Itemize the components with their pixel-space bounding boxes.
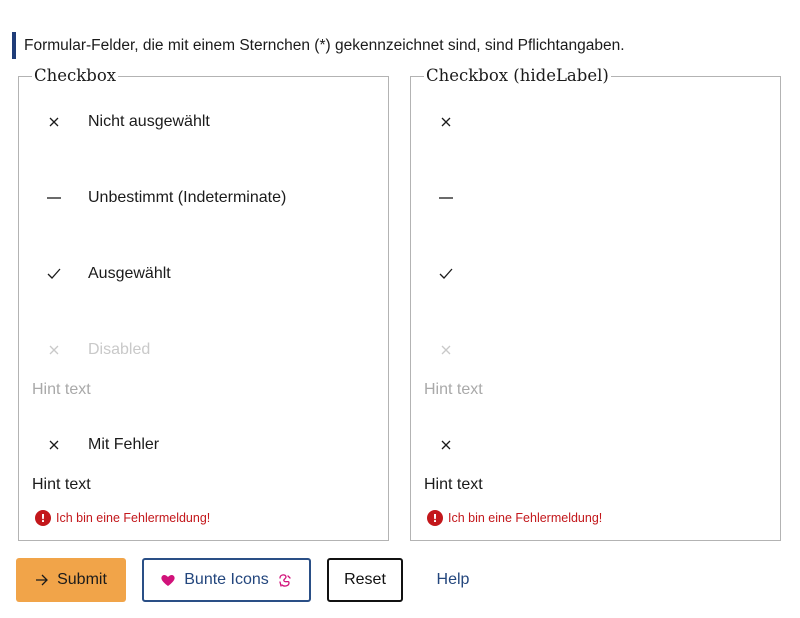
cross-icon[interactable] (436, 433, 456, 457)
cross-icon[interactable] (44, 433, 64, 457)
heart-icon (161, 574, 175, 587)
checkbox-label: Disabled (88, 341, 151, 358)
required-fields-notice: Formular-Felder, die mit einem Sternchen… (12, 32, 712, 59)
error-text: Ich bin eine Fehlermeldung! (56, 511, 211, 525)
hint-text: Hint text (32, 381, 91, 398)
dash-icon[interactable] (436, 186, 456, 210)
error-icon: ! (427, 510, 443, 526)
cross-icon (436, 338, 456, 362)
check-icon[interactable] (436, 262, 456, 286)
checkbox-hidelabel-group: Checkbox (hideLabel) Hint text Hint text… (410, 67, 781, 541)
checkbox-disabled (411, 338, 780, 362)
arrow-right-icon (35, 574, 49, 586)
hint-text: Hint text (32, 476, 91, 493)
hint-text: Hint text (424, 381, 483, 398)
checkbox-error[interactable] (411, 433, 780, 457)
dash-icon[interactable] (44, 186, 64, 210)
checkbox-unchecked[interactable] (411, 110, 780, 134)
hint-text: Hint text (424, 476, 483, 493)
error-icon: ! (35, 510, 51, 526)
group-legend: Checkbox (32, 66, 119, 85)
checkbox-disabled: Disabled (19, 338, 388, 362)
squiggle-icon (277, 573, 292, 588)
colorful-icons-label: Bunte Icons (184, 571, 269, 588)
error-message: ! Ich bin eine Fehlermeldung! (427, 509, 602, 527)
cross-icon (44, 338, 64, 362)
reset-button[interactable]: Reset (327, 558, 403, 602)
cross-icon[interactable] (436, 110, 456, 134)
checkbox-checked[interactable] (411, 262, 780, 286)
checkbox-label: Unbestimmt (Indeterminate) (88, 189, 287, 206)
checkbox-indeterminate[interactable]: Unbestimmt (Indeterminate) (19, 186, 388, 210)
checkbox-label: Ausgewählt (88, 265, 171, 282)
checkbox-error[interactable]: Mit Fehler (19, 433, 388, 457)
checkbox-checked[interactable]: Ausgewählt (19, 262, 388, 286)
error-text: Ich bin eine Fehlermeldung! (448, 511, 603, 525)
colorful-icons-button[interactable]: Bunte Icons (142, 558, 311, 602)
submit-button[interactable]: Submit (16, 558, 126, 602)
checkbox-label: Nicht ausgewählt (88, 113, 210, 130)
check-icon[interactable] (44, 262, 64, 286)
error-message: ! Ich bin eine Fehlermeldung! (35, 509, 210, 527)
checkbox-label: Mit Fehler (88, 436, 160, 453)
cross-icon[interactable] (44, 110, 64, 134)
submit-label: Submit (57, 571, 107, 588)
checkbox-unchecked[interactable]: Nicht ausgewählt (19, 110, 388, 134)
checkbox-group: Checkbox Nicht ausgewählt Unbestimmt (In… (18, 67, 389, 541)
help-link[interactable]: Help (420, 558, 486, 602)
group-legend: Checkbox (hideLabel) (424, 66, 611, 85)
checkbox-indeterminate[interactable] (411, 186, 780, 210)
